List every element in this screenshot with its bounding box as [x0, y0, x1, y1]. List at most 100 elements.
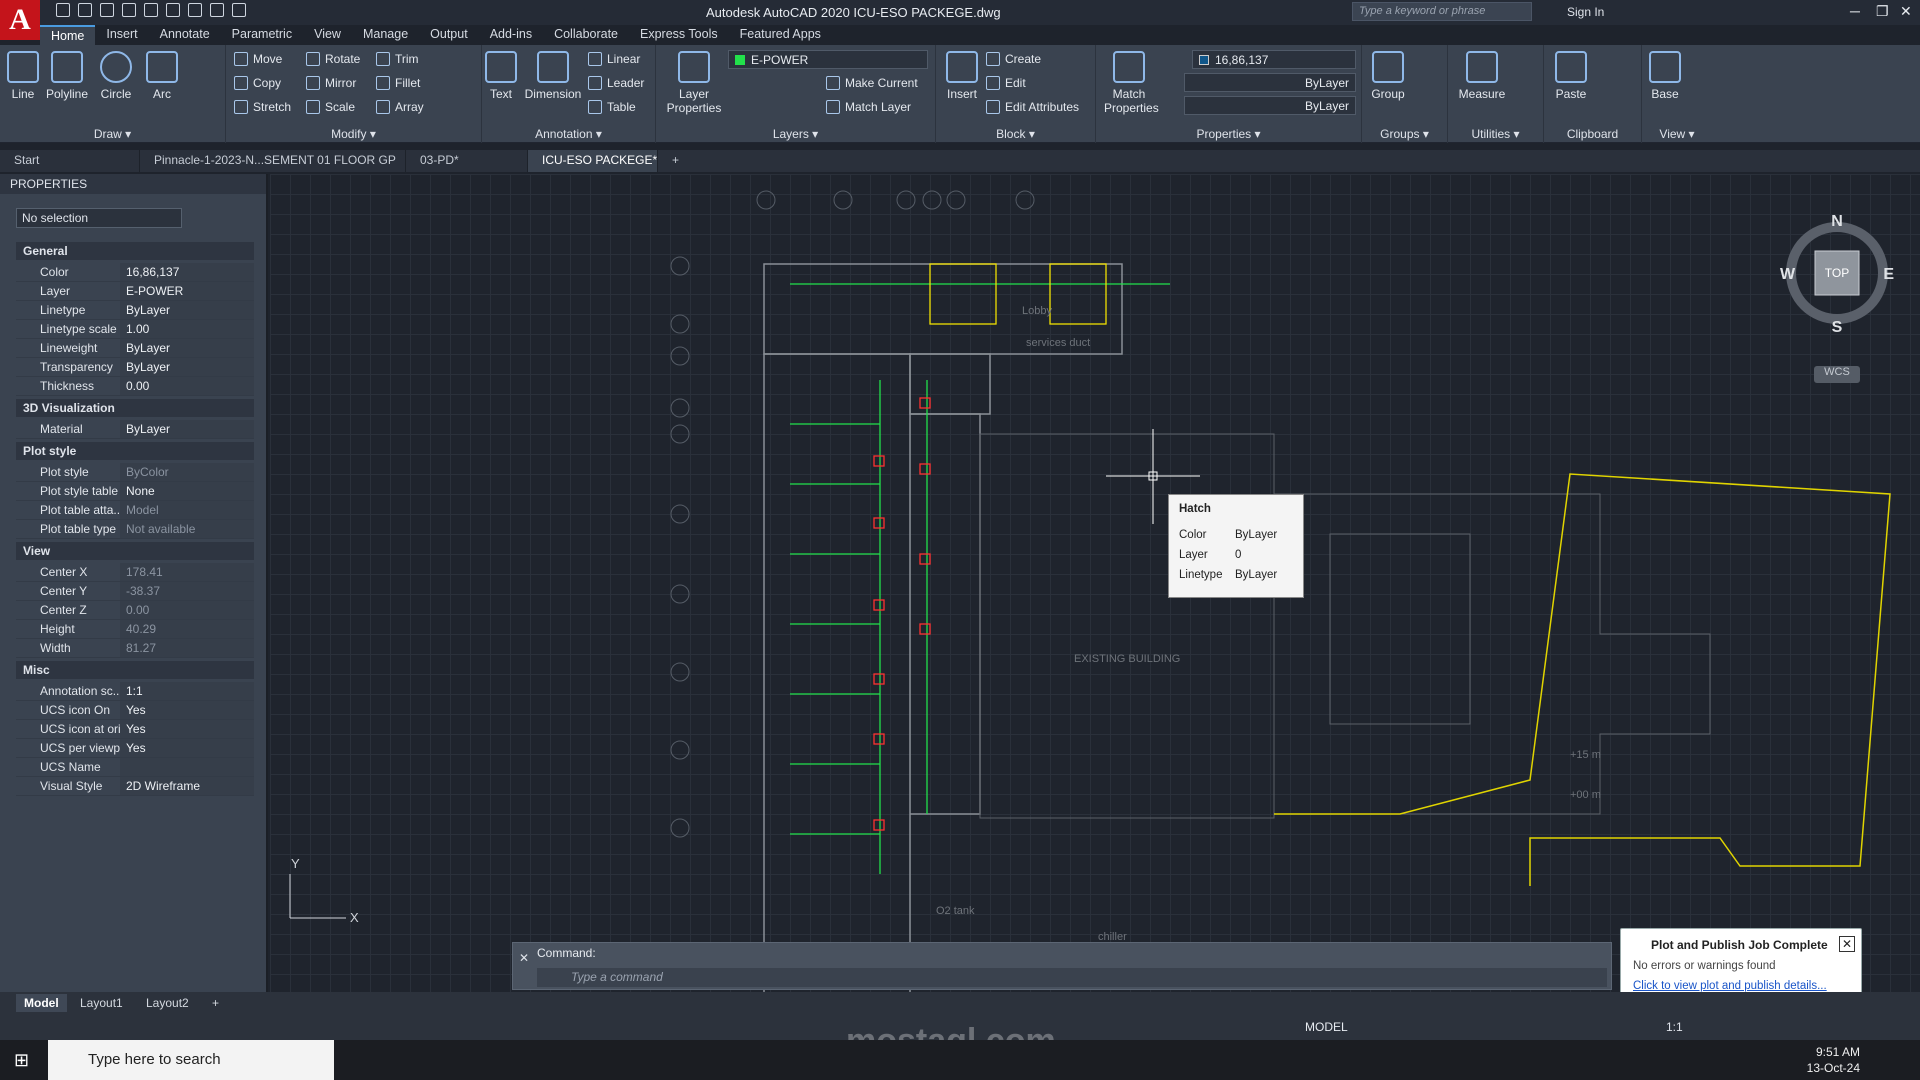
close-command-icon[interactable]: ✕	[519, 951, 529, 965]
tab-collaborate[interactable]: Collaborate	[543, 25, 629, 45]
property-value[interactable]: ByLayer	[120, 301, 254, 319]
match-properties-button[interactable]: Match Properties	[1104, 51, 1159, 115]
tab-03-pd[interactable]: 03-PD*	[406, 150, 528, 172]
tab-start[interactable]: Start	[0, 150, 140, 172]
property-value[interactable]: Yes	[120, 701, 254, 719]
tab-featured-apps[interactable]: Featured Apps	[729, 25, 832, 45]
windows-start-icon[interactable]: ⊞	[14, 1050, 29, 1071]
property-row[interactable]: Plot style table None	[16, 482, 254, 501]
property-value[interactable]: 40.29	[120, 620, 254, 638]
property-row[interactable]: Color 16,86,137	[16, 263, 254, 282]
property-row[interactable]: Center Z 0.00	[16, 601, 254, 620]
property-row[interactable]: Center Y -38.37	[16, 582, 254, 601]
layer-properties-button[interactable]: Layer Properties	[664, 51, 724, 115]
compass-w[interactable]: W	[1780, 266, 1796, 283]
system-clock[interactable]: 9:51 AM 13-Oct-24	[1807, 1044, 1860, 1076]
notification-link[interactable]: Click to view plot and publish details..…	[1633, 980, 1827, 992]
match-layer-button[interactable]: Match Layer	[826, 100, 911, 114]
leader-button[interactable]: Leader	[588, 76, 644, 90]
section-misc[interactable]: Misc	[16, 661, 254, 679]
edit-block-button[interactable]: Edit	[986, 76, 1026, 90]
wcs-menu[interactable]: WCS	[1814, 366, 1860, 383]
property-value[interactable]: None	[120, 482, 254, 500]
modify-panel-label[interactable]: Modify ▾	[226, 127, 481, 141]
property-row[interactable]: Layer E-POWER	[16, 282, 254, 301]
property-value[interactable]: -38.37	[120, 582, 254, 600]
new-tab-icon[interactable]: +	[658, 150, 693, 172]
tab-pinnacle[interactable]: Pinnacle-1-2023-N...SEMENT 01 FLOOR GP	[140, 150, 406, 172]
property-value[interactable]: 178.41	[120, 563, 254, 581]
property-value[interactable]	[120, 758, 254, 776]
rotate-button[interactable]: Rotate	[306, 52, 360, 66]
drawing-canvas[interactable]: Lobby services duct EXISTING BUILDING O2…	[270, 174, 1920, 992]
property-value[interactable]: Not available	[120, 520, 254, 538]
plot-icon[interactable]	[188, 3, 202, 17]
tab-annotate[interactable]: Annotate	[149, 25, 221, 45]
property-row[interactable]: UCS Name	[16, 758, 254, 777]
lineweight-dropdown[interactable]: ByLayer	[1184, 96, 1356, 115]
clipboard-panel-label[interactable]: Clipboard	[1544, 127, 1641, 141]
property-value[interactable]: ByLayer	[120, 358, 254, 376]
layout-tab-model[interactable]: Model	[16, 994, 67, 1012]
tab-home[interactable]: Home	[40, 25, 96, 45]
properties-ribbon-label[interactable]: Properties ▾	[1096, 127, 1361, 141]
save-icon[interactable]	[100, 3, 114, 17]
insert-button[interactable]: Insert	[942, 51, 982, 101]
property-value[interactable]: Yes	[120, 739, 254, 757]
property-row[interactable]: Thickness 0.00	[16, 377, 254, 396]
viewcube[interactable]: TOP N S E W	[1776, 212, 1898, 336]
stretch-button[interactable]: Stretch	[234, 100, 291, 114]
command-input[interactable]: Type a command	[537, 968, 1607, 987]
property-value[interactable]: 2D Wireframe	[120, 777, 254, 795]
layout-tab-2[interactable]: Layout2	[138, 994, 197, 1012]
linetype-dropdown[interactable]: ByLayer	[1184, 73, 1356, 92]
property-row[interactable]: Plot table atta... Model	[16, 501, 254, 520]
compass-e[interactable]: E	[1883, 266, 1894, 283]
property-row[interactable]: Linetype scale 1.00	[16, 320, 254, 339]
property-value[interactable]: ByLayer	[120, 339, 254, 357]
trim-button[interactable]: Trim	[376, 52, 419, 66]
measure-button[interactable]: Measure	[1454, 51, 1510, 101]
color-dropdown[interactable]: 16,86,137	[1192, 50, 1356, 69]
property-value[interactable]: 81.27	[120, 639, 254, 657]
arc-button[interactable]: Arc	[144, 51, 180, 101]
search-input[interactable]: Type a keyword or phrase	[1352, 2, 1532, 21]
section-view[interactable]: View	[16, 542, 254, 560]
compass-s[interactable]: S	[1832, 319, 1843, 336]
property-row[interactable]: Transparency ByLayer	[16, 358, 254, 377]
open-icon[interactable]	[78, 3, 92, 17]
move-button[interactable]: Move	[234, 52, 282, 66]
annotation-scale[interactable]: 1:1	[1666, 1020, 1683, 1034]
sign-in-button[interactable]: Sign In	[1567, 5, 1604, 19]
new-icon[interactable]	[56, 3, 70, 17]
open-web-icon[interactable]	[144, 3, 158, 17]
property-row[interactable]: Plot style ByColor	[16, 463, 254, 482]
taskbar-search[interactable]: Type here to search	[48, 1040, 334, 1080]
property-value[interactable]: 1:1	[120, 682, 254, 700]
property-row[interactable]: Annotation sc... 1:1	[16, 682, 254, 701]
save-web-icon[interactable]	[166, 3, 180, 17]
tab-addins[interactable]: Add-ins	[479, 25, 543, 45]
property-value[interactable]: 0.00	[120, 601, 254, 619]
tab-view[interactable]: View	[303, 25, 352, 45]
redo-icon[interactable]	[232, 3, 246, 17]
selection-dropdown[interactable]: No selection	[16, 208, 182, 228]
edit-attributes-button[interactable]: Edit Attributes	[986, 100, 1079, 114]
property-value[interactable]: ByColor	[120, 463, 254, 481]
property-row[interactable]: Lineweight ByLayer	[16, 339, 254, 358]
copy-button[interactable]: Copy	[234, 76, 281, 90]
property-value[interactable]: ByLayer	[120, 420, 254, 438]
tab-express-tools[interactable]: Express Tools	[629, 25, 729, 45]
line-button[interactable]: Line	[6, 51, 40, 101]
maximize-icon[interactable]: ❐	[1876, 3, 1889, 20]
property-row[interactable]: Center X 178.41	[16, 563, 254, 582]
tab-icu-eso[interactable]: ICU-ESO PACKEGE*	[528, 150, 658, 172]
section-viz[interactable]: 3D Visualization	[16, 399, 254, 417]
fillet-button[interactable]: Fillet	[376, 76, 420, 90]
circle-button[interactable]: Circle	[98, 51, 134, 101]
autocad-logo[interactable]: A	[0, 0, 40, 40]
property-row[interactable]: Material ByLayer	[16, 420, 254, 439]
property-row[interactable]: Linetype ByLayer	[16, 301, 254, 320]
view-panel-label[interactable]: View ▾	[1642, 127, 1712, 141]
paste-button[interactable]: Paste	[1548, 51, 1594, 101]
